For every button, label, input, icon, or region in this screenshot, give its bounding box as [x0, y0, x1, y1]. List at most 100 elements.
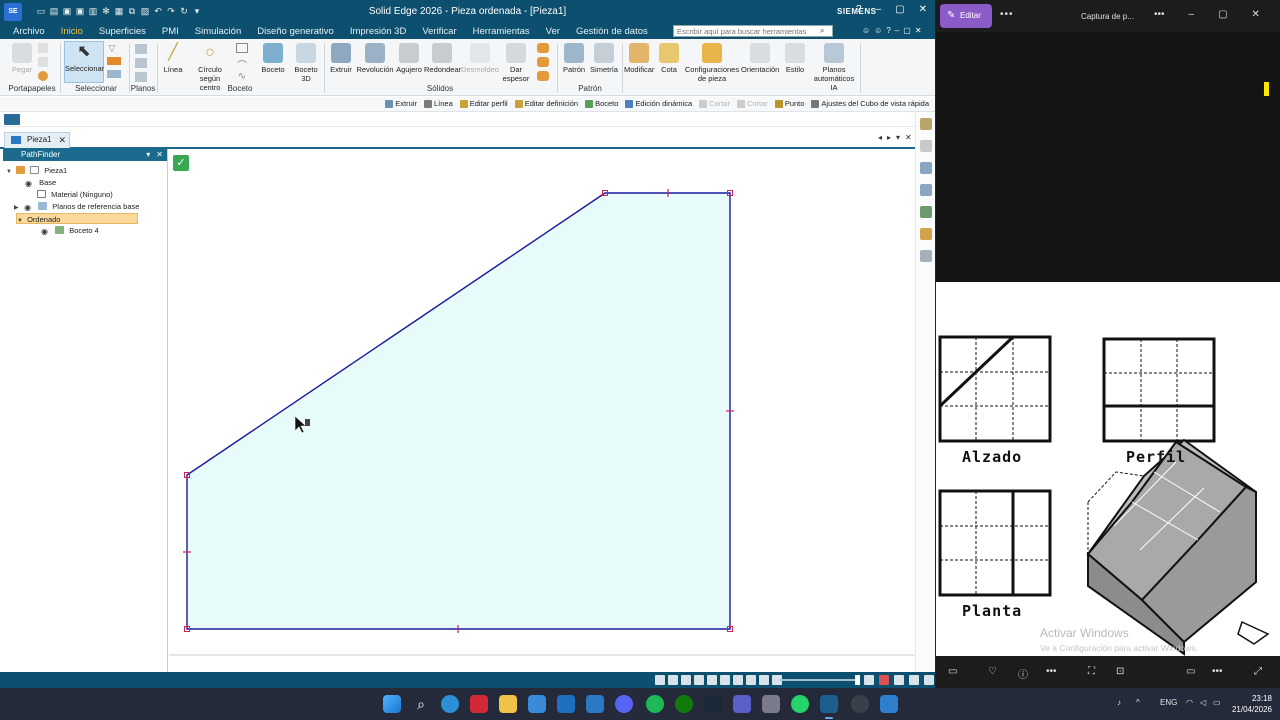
fullscreen-icon[interactable]: ⤢	[1254, 666, 1262, 677]
doc-close-icon[interactable]: ✕	[915, 26, 922, 35]
tab-gestión-de-datos[interactable]: Gestión de datos	[568, 26, 656, 38]
rotate-icon[interactable]	[707, 675, 717, 685]
screen-icon[interactable]: ▭	[948, 666, 957, 677]
sketch-3d-button[interactable]: Boceto 3D	[292, 43, 320, 83]
new-file-icon[interactable]: ▭	[36, 5, 46, 17]
fit-icon[interactable]: ▭	[1186, 666, 1195, 677]
command-punto[interactable]: Punto	[774, 99, 804, 108]
zoom-icon[interactable]	[668, 675, 678, 685]
tab-herramientas[interactable]: Herramientas	[465, 26, 538, 38]
paste-button[interactable]: Pegar	[8, 43, 36, 74]
tree-item-boceto4[interactable]: ◉ Boceto 4	[41, 225, 99, 236]
tree-item-ordenado[interactable]: ▼ Ordenado	[16, 213, 138, 224]
command-cortar[interactable]: Cortar	[736, 99, 768, 108]
filter-icon[interactable]: ▽	[107, 43, 117, 53]
tray-chevron-icon[interactable]: ^	[1136, 698, 1140, 707]
command-extruir[interactable]: Extruir	[385, 99, 417, 108]
settings-gear-icon[interactable]: ✻	[101, 5, 111, 17]
shading-icon[interactable]	[733, 675, 743, 685]
parallel-plane-icon[interactable]	[135, 58, 147, 68]
dimension-button[interactable]: Cota	[656, 43, 682, 74]
battery-icon[interactable]: ▭	[1213, 698, 1221, 707]
chevron-left-icon[interactable]: ◂	[878, 133, 882, 142]
menu-lines-icon[interactable]	[4, 114, 20, 125]
zoom-in-icon[interactable]	[864, 675, 874, 685]
box-select-icon[interactable]	[107, 70, 121, 78]
word-app-icon[interactable]	[586, 695, 604, 713]
command-ajustes-del-cubo-de-vista-rápida[interactable]: Ajustes del Cubo de vista rápida	[811, 99, 929, 108]
volume-icon[interactable]: ◁	[1200, 698, 1206, 707]
round-button[interactable]: Redondear	[424, 43, 461, 74]
copy-icon[interactable]: ⧉	[127, 5, 137, 17]
chevron-down-icon[interactable]: ▾	[896, 133, 900, 142]
eye-icon[interactable]: ◉	[25, 180, 34, 188]
revolve-button[interactable]: Revolución	[356, 43, 394, 74]
feedback-icon[interactable]: ☺	[874, 26, 882, 35]
app-icon[interactable]	[762, 695, 780, 713]
whatsapp-icon[interactable]	[791, 695, 809, 713]
grid-icon[interactable]	[920, 184, 932, 196]
language-indicator[interactable]: ENG	[1160, 698, 1177, 707]
draft-button[interactable]: Desmoldeo	[461, 43, 499, 74]
part-configurations-button[interactable]: Configuraciones de pieza	[684, 43, 740, 83]
line-button[interactable]: ╱ Línea	[162, 43, 184, 74]
rib-icon[interactable]	[537, 57, 549, 67]
repeat-icon[interactable]: ↻	[179, 5, 189, 17]
more-icon[interactable]: •••	[1046, 666, 1057, 677]
wifi-icon[interactable]: ◠	[1186, 698, 1193, 707]
steam-icon[interactable]	[704, 695, 722, 713]
help-icon[interactable]: ?	[886, 26, 890, 35]
graphics-window[interactable]: ✓	[169, 149, 915, 672]
command-edición-dinámica[interactable]: Edición dinámica	[625, 99, 692, 108]
style-button[interactable]: Estilo	[782, 43, 808, 74]
open-folder-icon[interactable]: ▤	[49, 5, 59, 17]
format-painter-icon[interactable]	[38, 71, 48, 81]
smiley-icon[interactable]: ☺	[862, 26, 870, 35]
github-icon[interactable]	[851, 695, 869, 713]
tab-superficies[interactable]: Superficies	[91, 26, 154, 38]
properties-icon[interactable]: ▦	[114, 5, 124, 17]
zoom-area-icon[interactable]	[681, 675, 691, 685]
minimize-icon[interactable]: –	[1189, 9, 1195, 20]
close-icon[interactable]: ✕	[1252, 9, 1260, 20]
eye-icon[interactable]: ◉	[24, 204, 33, 212]
customize-chevron-icon[interactable]: ▾	[192, 5, 202, 17]
app-red-icon[interactable]	[470, 695, 488, 713]
modify-button[interactable]: Modificar	[624, 43, 654, 74]
tab-simulación[interactable]: Simulación	[187, 26, 249, 38]
collapse-icon[interactable]: ▼	[17, 216, 25, 227]
sketch-button[interactable]: Boceto	[260, 43, 286, 74]
tree-item-pieza1[interactable]: ▼ Pieza1	[6, 165, 67, 176]
solid-edge-taskbar-icon[interactable]	[820, 695, 838, 719]
thin-wall-button[interactable]: Dar espesor	[500, 43, 532, 83]
cut-icon[interactable]	[38, 43, 48, 53]
view-orientation-icon[interactable]	[720, 675, 730, 685]
microphone-icon[interactable]: ♪	[1117, 698, 1121, 707]
tool-search-input[interactable]	[673, 25, 833, 37]
start-windows-icon[interactable]	[383, 695, 401, 713]
command-editar-perfil[interactable]: Editar perfil	[459, 99, 508, 108]
store-icon[interactable]	[528, 695, 546, 713]
stop-icon[interactable]	[894, 675, 904, 685]
xbox-icon[interactable]	[675, 695, 693, 713]
rectangle-icon[interactable]	[236, 43, 248, 53]
coordinate-system-icon[interactable]	[135, 72, 147, 82]
tab-diseño-generativo[interactable]: Diseño generativo	[249, 26, 342, 38]
spotify-icon[interactable]	[646, 695, 664, 713]
tab-verificar[interactable]: Verificar	[414, 26, 464, 38]
mirror-button[interactable]: Simetría	[589, 43, 619, 74]
pause-icon[interactable]	[909, 675, 919, 685]
close-icon[interactable]: ✕	[905, 133, 912, 142]
undo-icon[interactable]: ↶	[153, 5, 163, 17]
extrude-button[interactable]: Extruir	[328, 43, 354, 74]
layers-icon[interactable]	[920, 162, 932, 174]
text-actions-icon[interactable]: ⊡	[1116, 666, 1124, 677]
paste-icon[interactable]: ▧	[140, 5, 150, 17]
copy-icon[interactable]	[38, 57, 48, 67]
heart-icon[interactable]: ♡	[988, 666, 997, 677]
chevron-right-icon[interactable]: ▸	[887, 133, 891, 142]
collapse-icon[interactable]: ▼	[6, 167, 14, 178]
plane-icon[interactable]	[135, 44, 147, 54]
clock[interactable]: 23:18 21/04/2026	[1228, 693, 1272, 715]
pattern-button[interactable]: Patrón	[561, 43, 587, 74]
